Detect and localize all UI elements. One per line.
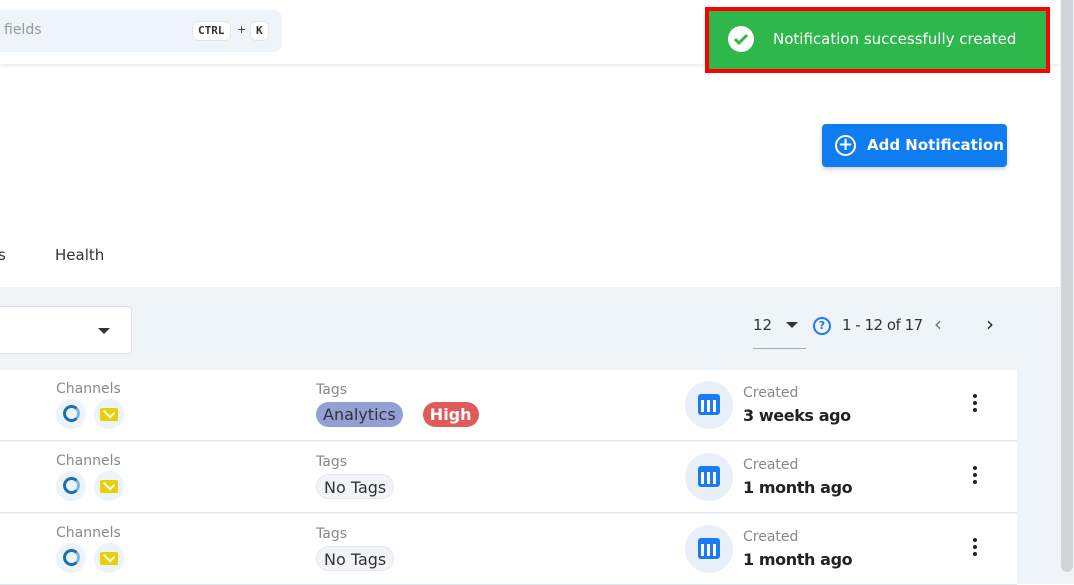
created-value: 1 month ago (743, 478, 853, 497)
channels-label: Channels (56, 381, 121, 397)
tag-badge: High (422, 402, 479, 427)
tags-label: Tags (316, 526, 347, 542)
tab-health[interactable]: Health (55, 246, 104, 264)
created-value: 3 weeks ago (743, 406, 851, 425)
more-options-icon[interactable] (967, 538, 983, 560)
channel-search-icon (56, 471, 86, 501)
scrollbar-thumb[interactable] (1061, 0, 1073, 572)
filter-dropdown[interactable] (0, 306, 132, 354)
table-row[interactable]: Channels Tags No Tags Created 1 month ag… (0, 514, 1017, 585)
calendar-icon (685, 381, 733, 429)
search-placeholder: fields (4, 22, 42, 38)
plus-circle-icon: + (835, 135, 856, 156)
channel-email-icon (94, 543, 124, 573)
more-options-icon[interactable] (967, 466, 983, 488)
help-icon[interactable]: ? (813, 317, 831, 335)
success-toast: Notification successfully created (705, 7, 1050, 73)
add-notification-label: Add Notification (867, 136, 1004, 154)
prev-page-icon[interactable]: ‹ (934, 312, 942, 336)
add-notification-button[interactable]: + Add Notification (822, 124, 1007, 167)
chevron-down-icon[interactable] (786, 322, 798, 328)
search-input[interactable]: fields CTRL + K (0, 10, 282, 52)
next-page-icon[interactable]: › (986, 312, 994, 336)
created-label: Created (743, 529, 799, 545)
per-page-underline (753, 348, 806, 349)
channel-email-icon (94, 471, 124, 501)
channels-label: Channels (56, 453, 121, 469)
shortcut-key-ctrl: CTRL (192, 21, 231, 41)
channel-email-icon (94, 399, 124, 429)
calendar-icon (685, 525, 733, 573)
toast-message: Notification successfully created (773, 30, 1017, 48)
created-label: Created (743, 385, 799, 401)
per-page-select[interactable]: 12 (753, 316, 772, 334)
created-label: Created (743, 457, 799, 473)
tag-badge: No Tags (316, 474, 395, 499)
created-value: 1 month ago (743, 550, 853, 569)
channels-label: Channels (56, 525, 121, 541)
calendar-icon (685, 453, 733, 501)
channel-search-icon (56, 399, 86, 429)
tab-partial[interactable]: s (0, 246, 6, 264)
tags-label: Tags (316, 454, 347, 470)
shortcut-key-k: K (250, 21, 269, 41)
tags-label: Tags (316, 382, 347, 398)
table-row[interactable]: Channels Tags No Tags Created 1 month ag… (0, 442, 1017, 513)
more-options-icon[interactable] (967, 394, 983, 416)
tag-badge: No Tags (316, 546, 395, 571)
tag-badge: Analytics (316, 402, 403, 427)
table-row[interactable]: Channels Tags Analytics High Created 3 we… (0, 370, 1017, 441)
channel-search-icon (56, 543, 86, 573)
chevron-down-icon (98, 328, 110, 334)
shortcut-plus: + (237, 23, 247, 36)
pagination-range: 1 - 12 of 17 (842, 316, 923, 334)
check-circle-icon (728, 26, 754, 52)
